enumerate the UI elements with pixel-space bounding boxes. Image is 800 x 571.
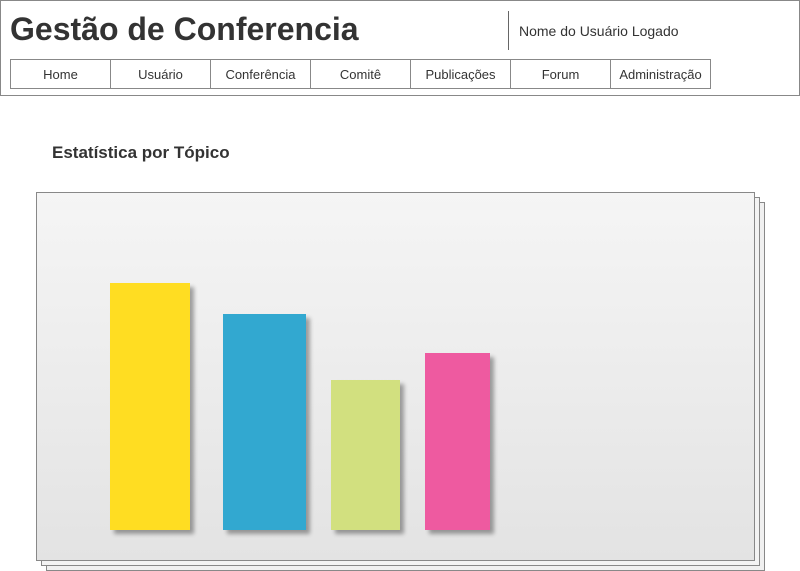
nav-item-home[interactable]: Home bbox=[11, 60, 111, 88]
nav-item-forum[interactable]: Forum bbox=[511, 60, 611, 88]
user-divider bbox=[508, 11, 509, 50]
nav-item-administracao[interactable]: Administração bbox=[611, 60, 711, 88]
app-title: Gestão de Conferencia bbox=[10, 11, 359, 47]
nav-item-comite[interactable]: Comitê bbox=[311, 60, 411, 88]
nav-item-publicacoes[interactable]: Publicações bbox=[411, 60, 511, 88]
nav-item-usuario[interactable]: Usuário bbox=[111, 60, 211, 88]
chart-bar-1 bbox=[110, 283, 190, 530]
bar-chart bbox=[110, 283, 490, 530]
section-title: Estatística por Tópico bbox=[52, 143, 230, 162]
app-header: Gestão de Conferencia Nome do Usuário Lo… bbox=[0, 0, 800, 96]
logged-user-name[interactable]: Nome do Usuário Logado bbox=[519, 23, 679, 39]
chart-panel bbox=[36, 192, 755, 561]
chart-bar-2 bbox=[223, 314, 306, 530]
main-nav: Home Usuário Conferência Comitê Publicaç… bbox=[10, 59, 711, 89]
bars-group bbox=[110, 283, 490, 530]
chart-bar-4 bbox=[425, 353, 490, 530]
nav-item-conferencia[interactable]: Conferência bbox=[211, 60, 311, 88]
chart-bar-3 bbox=[331, 380, 400, 530]
